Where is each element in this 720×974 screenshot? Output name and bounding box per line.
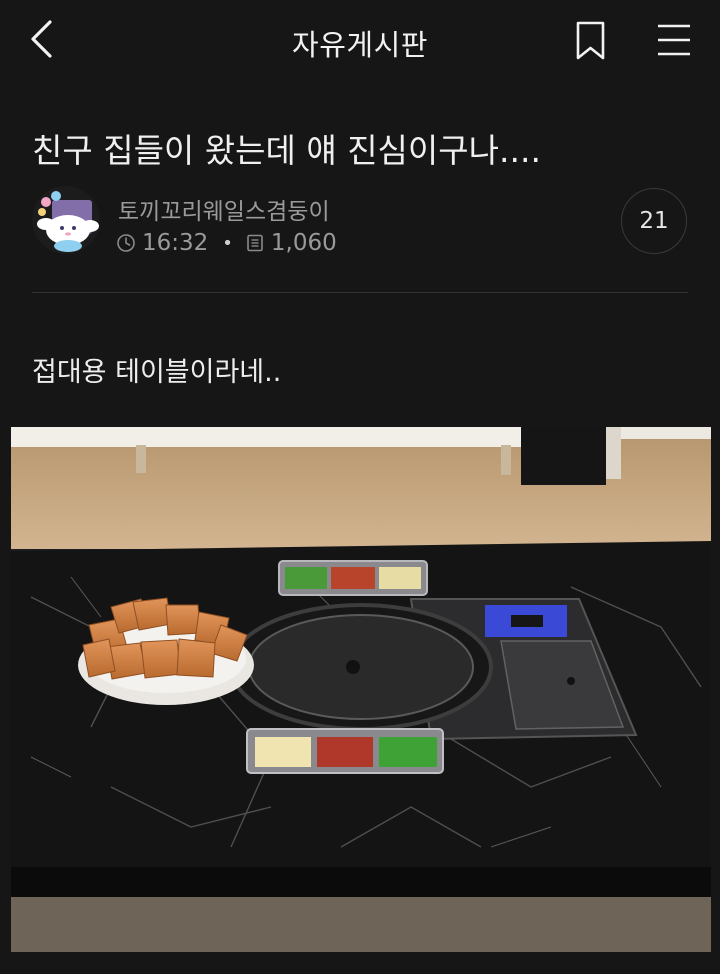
post-title: 친구 집들이 왔는데 얘 진심이구나.... [32,131,541,170]
top-bar: 자유게시판 [0,0,720,84]
comment-count-button[interactable]: 21 [621,188,687,254]
menu-button[interactable] [654,22,694,58]
clock-icon [117,234,135,252]
bookmark-button[interactable] [574,20,608,62]
meta-separator: • [222,232,233,254]
hamburger-menu-icon [658,24,690,56]
page-title: 자유게시판 [292,28,428,62]
author-name[interactable]: 토끼꼬리웨일스겸둥이 [118,192,330,226]
view-count-icon [247,234,263,252]
post-body-text: 접대용 테이블이라네.. [32,357,282,388]
bookmark-icon [576,21,605,60]
divider [32,292,688,293]
post-screen: 자유게시판 친구 집들이 왔는데 얘 진심이구나.... 토끼꼬리웨일스겸둥이 … [0,0,720,974]
view-count: 1,060 [270,230,337,256]
avatar-image [32,186,100,254]
post-photo[interactable] [11,427,711,952]
author-avatar[interactable] [32,186,100,254]
comment-count: 21 [639,208,669,234]
post-meta: 16:32 • 1,060 [116,230,337,256]
post-time: 16:32 [142,230,209,256]
